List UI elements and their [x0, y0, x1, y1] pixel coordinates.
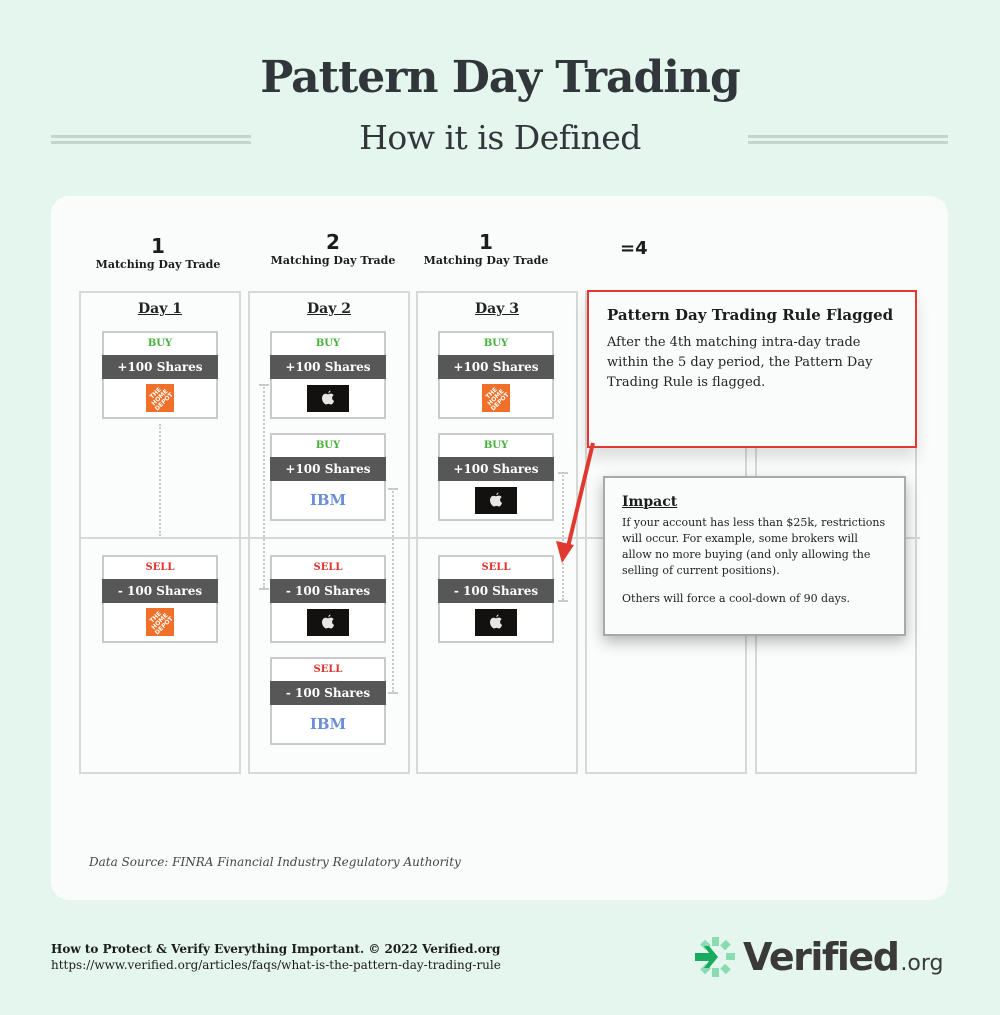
impact-paragraph: Others will force a cool-down of 90 days… [622, 592, 851, 605]
day3-count: 1 Matching Day Trade [406, 230, 566, 267]
day3-header: Day 3 [475, 301, 519, 317]
ibm-logo: IBM [309, 715, 347, 733]
data-source: Data Source: FINRA Financial Industry Re… [89, 855, 461, 869]
impact-callout: Impact If your account has less than $25… [603, 476, 906, 636]
brand-name: Verified [743, 935, 900, 979]
trade-quantity: - 100 Shares [438, 579, 554, 603]
trade-quantity: +100 Shares [270, 355, 386, 379]
page-title: Pattern Day Trading [260, 52, 741, 103]
brand-tld: .org [900, 950, 944, 976]
connector-line [562, 472, 564, 600]
trade-quantity: - 100 Shares [102, 579, 218, 603]
trade-card: SELL - 100 Shares IBM [270, 657, 386, 745]
connector-tick [388, 488, 398, 490]
trade-card: BUY +100 Shares THE HOME DEPOT [102, 331, 218, 419]
trade-quantity: +100 Shares [102, 355, 218, 379]
count-number: 2 [326, 230, 340, 254]
day2-header: Day 2 [307, 301, 351, 317]
trade-action: BUY [315, 338, 341, 349]
verified-brand[interactable]: Verified .org [693, 935, 943, 979]
decorative-rule-right [748, 135, 948, 144]
trade-quantity: - 100 Shares [270, 579, 386, 603]
trade-quantity: +100 Shares [270, 457, 386, 481]
count-label: Matching Day Trade [423, 254, 549, 267]
connector-tick [558, 472, 568, 474]
trade-action: SELL [313, 562, 343, 573]
footer-url[interactable]: https://www.verified.org/articles/faqs/w… [51, 958, 501, 972]
trade-action: SELL [145, 562, 175, 573]
connector-line [263, 384, 265, 588]
apple-logo [307, 384, 349, 412]
rule-flagged-callout: Pattern Day Trading Rule Flagged After t… [587, 290, 917, 448]
home-depot-logo: THE HOME DEPOT [482, 384, 510, 412]
apple-logo [475, 608, 517, 636]
connector-tick [388, 692, 398, 694]
count-label: Matching Day Trade [270, 254, 396, 267]
impact-title: Impact [622, 494, 678, 510]
callout-body: After the 4th matching intra-day trade w… [607, 335, 873, 390]
trade-action: BUY [483, 440, 509, 451]
trade-card: SELL - 100 Shares [438, 555, 554, 643]
trade-card: SELL - 100 Shares [270, 555, 386, 643]
day2-count: 2 Matching Day Trade [253, 230, 413, 267]
trade-quantity: - 100 Shares [270, 681, 386, 705]
trade-action: SELL [313, 664, 343, 675]
connector-tick [259, 384, 269, 386]
connector-line [392, 488, 394, 692]
verified-logo-icon [695, 937, 735, 977]
count-label: Matching Day Trade [95, 258, 221, 271]
footer-tagline: How to Protect & Verify Everything Impor… [51, 942, 501, 956]
connector-line [159, 424, 161, 536]
connector-tick [558, 600, 568, 602]
trade-card: BUY +100 Shares [270, 331, 386, 419]
trade-card: BUY +100 Shares [438, 433, 554, 521]
ibm-logo: IBM [309, 491, 347, 509]
trade-action: BUY [147, 338, 173, 349]
connector-tick [259, 588, 269, 590]
trade-action: BUY [315, 440, 341, 451]
callout-title: Pattern Day Trading Rule Flagged [607, 306, 894, 324]
count-number: 1 [151, 234, 165, 258]
day1-header: Day 1 [138, 301, 182, 317]
day1-count: 1 Matching Day Trade [78, 234, 238, 271]
trade-action: BUY [483, 338, 509, 349]
total-count: =4 [620, 238, 648, 259]
home-depot-logo: THE HOME DEPOT [146, 608, 174, 636]
trade-card: BUY +100 Shares THE HOME DEPOT [438, 331, 554, 419]
trade-card: BUY +100 Shares IBM [270, 433, 386, 521]
trade-card: SELL - 100 Shares THE HOME DEPOT [102, 555, 218, 643]
home-depot-logo: THE HOME DEPOT [146, 384, 174, 412]
impact-paragraph: If your account has less than $25k, rest… [622, 516, 886, 577]
trade-action: SELL [481, 562, 511, 573]
apple-logo [475, 486, 517, 514]
apple-logo [307, 608, 349, 636]
count-number: 1 [479, 230, 493, 254]
trade-quantity: +100 Shares [438, 355, 554, 379]
trade-quantity: +100 Shares [438, 457, 554, 481]
